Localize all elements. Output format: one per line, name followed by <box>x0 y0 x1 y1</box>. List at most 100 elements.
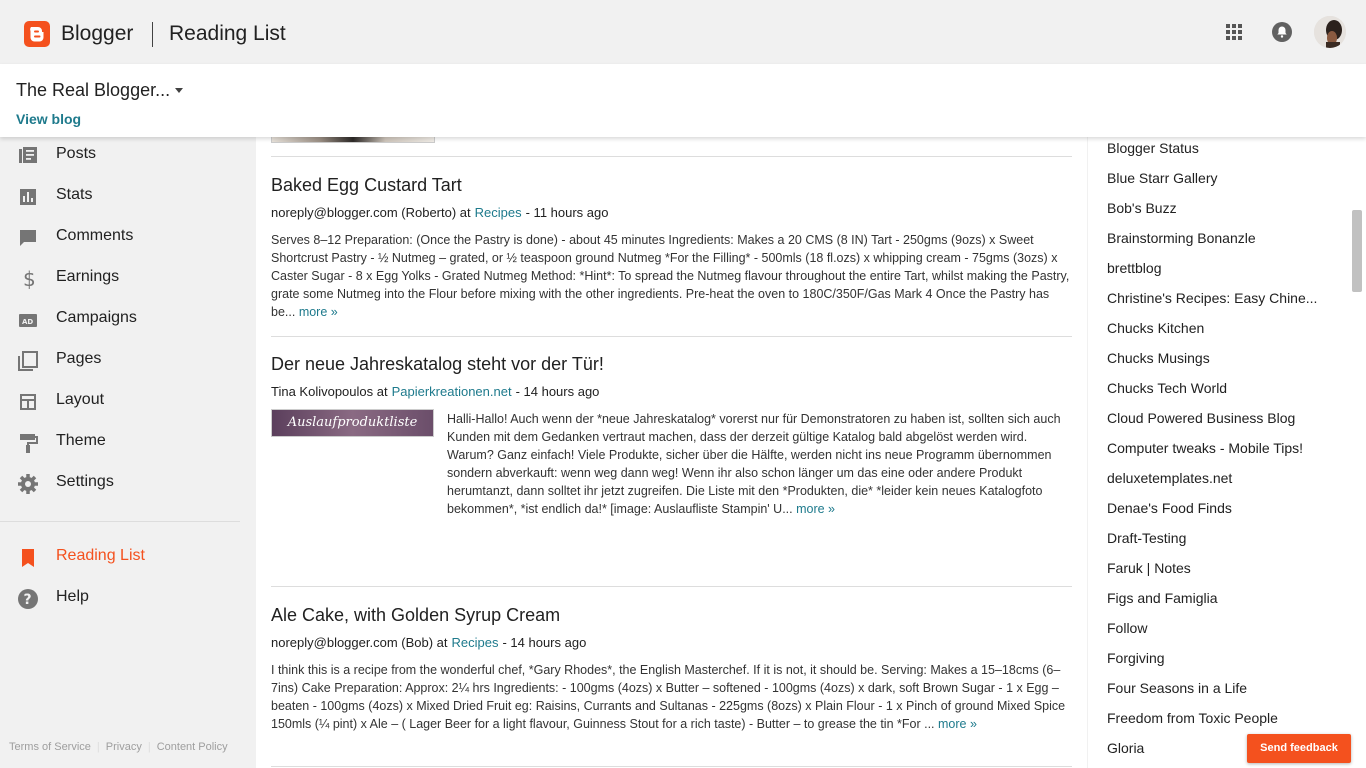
sidebar-nav: Posts Stats Comments $ Earnings AD Campa… <box>0 137 240 768</box>
post-snippet: Serves 8–12 Preparation: (Once the Pastr… <box>271 231 1076 321</box>
post-divider <box>271 156 1072 157</box>
sidebar-item-label: Settings <box>56 473 114 490</box>
sidebar-item-label: Help <box>56 588 89 605</box>
sidebar-item-label: Theme <box>56 432 106 449</box>
post-blog-link[interactable]: Recipes <box>452 635 499 650</box>
sidebar-item-label: Reading List <box>56 547 145 564</box>
sidebar-item-label: Layout <box>56 391 105 408</box>
bookmark-icon <box>17 547 39 569</box>
more-link[interactable]: more » <box>796 502 835 516</box>
blog-selector-bar: The Real Blogger... View blog <box>0 64 1366 137</box>
terms-link[interactable]: Terms of Service <box>9 741 91 753</box>
post-blog-link[interactable]: Papierkreationen.net <box>392 384 512 399</box>
sidebar-item-theme[interactable]: Theme <box>0 424 240 460</box>
blog-list-item[interactable]: Computer tweaks - Mobile Tips! <box>1107 440 1303 456</box>
blog-list-item[interactable]: Gloria <box>1107 740 1144 756</box>
post-author: noreply@blogger.com (Roberto) at <box>271 205 471 220</box>
sidebar-item-label: Earnings <box>56 268 120 285</box>
sidebar-item-settings[interactable]: Settings <box>0 465 240 501</box>
paint-roller-icon <box>17 432 39 454</box>
post-image[interactable]: Auslaufproduktliste <box>271 409 434 437</box>
blog-list-item[interactable]: Figs and Famiglia <box>1107 590 1218 606</box>
view-blog-link[interactable]: View blog <box>16 111 81 127</box>
sidebar-item-comments[interactable]: Comments <box>0 219 240 255</box>
sidebar-item-reading-list[interactable]: Reading List <box>0 539 240 575</box>
sidebar-item-layout[interactable]: Layout <box>0 383 240 419</box>
blogger-logo-icon[interactable] <box>24 21 50 47</box>
blog-list-item[interactable]: Bob's Buzz <box>1107 200 1177 216</box>
help-icon: ? <box>17 588 39 610</box>
post-snippet: Halli-Hallo! Auch wenn der *neue Jahresk… <box>447 410 1077 518</box>
blog-list-item[interactable]: Four Seasons in a Life <box>1107 680 1247 696</box>
svg-text:AD: AD <box>22 318 33 326</box>
followed-blogs-list: Blogger Status Blue Starr Gallery Bob's … <box>1088 137 1366 768</box>
sidebar-item-help[interactable]: ? Help <box>0 580 240 616</box>
post-thumbnail[interactable] <box>271 137 435 143</box>
blog-list-item[interactable]: Cloud Powered Business Blog <box>1107 410 1295 426</box>
blog-list-item[interactable]: Freedom from Toxic People <box>1107 710 1278 726</box>
post-meta: noreply@blogger.com (Roberto) at Recipes -… <box>271 205 608 220</box>
post-snippet: I think this is a recipe from the wonder… <box>271 661 1076 733</box>
more-link[interactable]: more » <box>299 305 338 319</box>
post-divider <box>271 766 1072 767</box>
more-link[interactable]: more » <box>938 717 977 731</box>
sidebar-item-label: Campaigns <box>56 309 137 326</box>
post-meta: noreply@blogger.com (Bob) at Recipes - 14 … <box>271 635 586 650</box>
post-time: - 14 hours ago <box>502 635 587 650</box>
blog-list-item[interactable]: Chucks Musings <box>1107 350 1210 366</box>
pages-icon <box>17 350 39 372</box>
blog-list-item[interactable]: Chucks Kitchen <box>1107 320 1204 336</box>
post-time: - 11 hours ago <box>525 205 609 220</box>
blog-list-item[interactable]: Forgiving <box>1107 650 1165 666</box>
post-title[interactable]: Baked Egg Custard Tart <box>271 175 462 196</box>
page-title: Reading List <box>169 22 286 45</box>
notifications-bell-icon[interactable] <box>1270 20 1294 44</box>
sidebar-item-stats[interactable]: Stats <box>0 178 240 214</box>
post-snippet-text: Halli-Hallo! Auch wenn der *neue Jahresk… <box>447 412 1061 516</box>
sidebar-divider <box>0 521 240 522</box>
blog-list-item[interactable]: Blue Starr Gallery <box>1107 170 1217 186</box>
post-meta: Tina Kolivopoulos at Papierkreationen.net… <box>271 384 599 399</box>
reading-list-feed: Baked Egg Custard Tart noreply@blogger.c… <box>256 137 1087 768</box>
blog-list-item[interactable]: deluxetemplates.net <box>1107 470 1232 486</box>
blog-list-item[interactable]: brettblog <box>1107 260 1161 276</box>
brand-name[interactable]: Blogger <box>61 22 133 46</box>
svg-text:$: $ <box>23 268 36 290</box>
scrollbar-thumb[interactable] <box>1352 210 1362 292</box>
blog-list-item[interactable]: Draft-Testing <box>1107 530 1186 546</box>
header-divider <box>152 22 153 47</box>
top-app-bar: Blogger Reading List <box>0 0 1366 64</box>
post-author: Tina Kolivopoulos at <box>271 384 388 399</box>
svg-text:?: ? <box>24 592 32 608</box>
post-snippet-text: Serves 8–12 Preparation: (Once the Pastr… <box>271 233 1070 319</box>
footer-links: Terms of Service | Privacy | Content Policy <box>9 741 228 753</box>
post-title[interactable]: Ale Cake, with Golden Syrup Cream <box>271 605 560 626</box>
sidebar-item-campaigns[interactable]: AD Campaigns <box>0 301 240 337</box>
blog-list-item[interactable]: Denae's Food Finds <box>1107 500 1232 516</box>
apps-grid-icon[interactable] <box>1222 20 1246 44</box>
content-policy-link[interactable]: Content Policy <box>157 741 228 753</box>
post-blog-link[interactable]: Recipes <box>475 205 522 220</box>
blog-selector[interactable]: The Real Blogger... <box>16 80 170 101</box>
sidebar-item-earnings[interactable]: $ Earnings <box>0 260 240 296</box>
posts-icon <box>17 145 39 167</box>
sidebar-item-posts[interactable]: Posts <box>0 137 240 173</box>
blog-list-item[interactable]: Christine's Recipes: Easy Chine... <box>1107 290 1317 306</box>
account-avatar[interactable] <box>1314 16 1346 48</box>
blog-list-item[interactable]: Chucks Tech World <box>1107 380 1227 396</box>
chevron-down-icon[interactable] <box>175 88 183 93</box>
layout-icon <box>17 391 39 413</box>
sidebar-item-label: Stats <box>56 186 93 203</box>
post-title[interactable]: Der neue Jahreskatalog steht vor der Tür… <box>271 354 604 375</box>
dollar-icon: $ <box>17 267 39 291</box>
sidebar-item-pages[interactable]: Pages <box>0 342 240 378</box>
post-author: noreply@blogger.com (Bob) at <box>271 635 448 650</box>
post-divider <box>271 586 1072 587</box>
blog-list-item[interactable]: Faruk | Notes <box>1107 560 1191 576</box>
campaigns-icon: AD <box>17 309 39 331</box>
blog-list-item[interactable]: Blogger Status <box>1107 140 1199 156</box>
blog-list-item[interactable]: Brainstorming Bonanzle <box>1107 230 1256 246</box>
privacy-link[interactable]: Privacy <box>106 741 142 753</box>
send-feedback-button[interactable]: Send feedback <box>1247 734 1351 763</box>
blog-list-item[interactable]: Follow <box>1107 620 1147 636</box>
